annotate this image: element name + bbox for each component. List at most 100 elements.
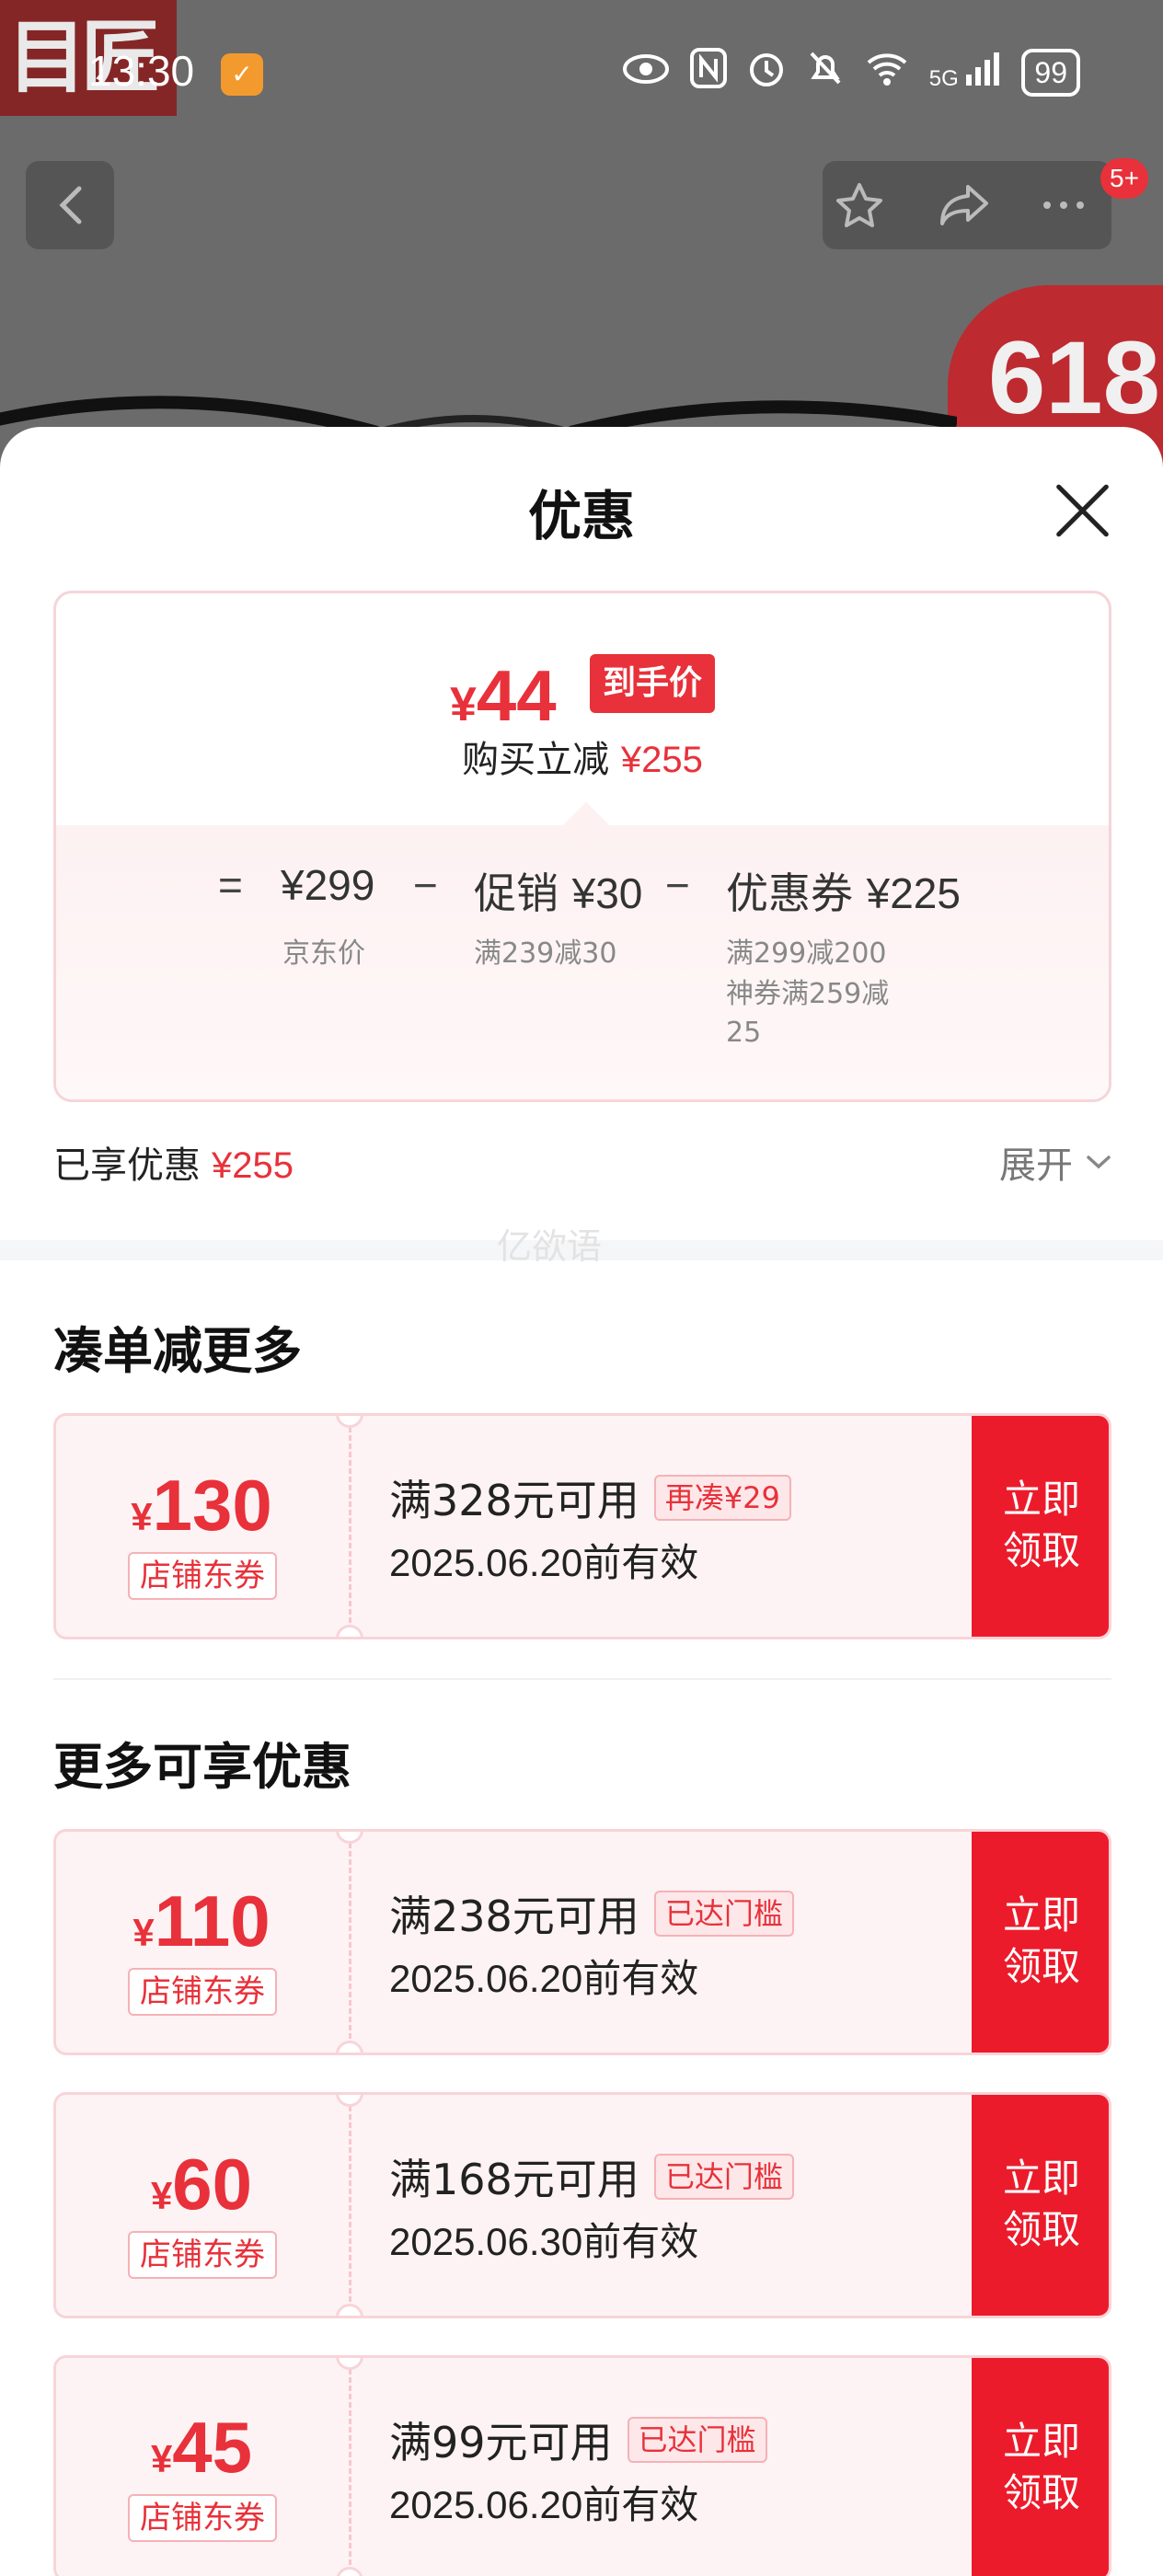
coupon-notch (336, 2041, 363, 2053)
claim-label-line1: 立即 (1002, 1477, 1080, 1522)
section-separator (53, 1678, 1111, 1680)
back-button[interactable] (26, 161, 114, 249)
coupon-amount: ¥130 (56, 1464, 347, 1547)
wifi-icon (865, 50, 909, 95)
coupon-condition-text: 满328元可用 (389, 1476, 639, 1525)
enjoyed-amount: ¥255 (212, 1145, 294, 1186)
chevron-left-icon (59, 186, 82, 224)
share-icon[interactable] (937, 179, 992, 231)
more-icon[interactable] (1036, 179, 1091, 231)
coupon-amount-value: 60 (172, 2144, 253, 2225)
jd-price-value: ¥299 (281, 861, 375, 909)
section-title-more-discounts: 更多可享优惠 (53, 1738, 351, 1796)
enjoyed-discount: 已享优惠 ¥255 (53, 1135, 294, 1189)
coupon-condition-text: 满168元可用 (389, 2155, 639, 2204)
final-price-value: 44 (476, 655, 557, 736)
coupon-condition: 满238元可用 已达门槛 (389, 1883, 794, 1944)
claim-label-line2: 领取 (1002, 2470, 1080, 2515)
coupon-validity: 2025.06.20前有效 (389, 2483, 699, 2526)
coupon-amount-value: 45 (172, 2407, 253, 2488)
coupon-notch (336, 1832, 363, 1844)
coupon-kind-badge: 店铺东券 (128, 1552, 277, 1600)
coupon-validity: 2025.06.20前有效 (389, 1957, 699, 2000)
claim-coupon-button[interactable]: 立即 领取 (972, 1832, 1109, 2053)
coupon-status-tag: 已达门槛 (653, 2154, 794, 2200)
claim-coupon-button[interactable]: 立即 领取 (972, 1416, 1109, 1637)
status-time: 13:30 (88, 47, 195, 95)
coupon-notch (336, 1416, 363, 1428)
coupon-validity: 2025.06.30前有效 (389, 2220, 699, 2263)
final-price-currency: ¥ (450, 678, 477, 731)
coupon-condition: 满168元可用 已达门槛 (389, 2146, 794, 2207)
coupon-perforation (349, 2106, 351, 2310)
final-price: ¥44 (450, 654, 557, 738)
coupon-card: ¥110 店铺东券 满238元可用 已达门槛 2025.06.20前有效 立即 领取 (53, 1829, 1111, 2055)
coupon-condition: 满99元可用 已达门槛 (389, 2409, 767, 2470)
coupon-notch (336, 2095, 363, 2107)
coupon-label: 优惠券 (726, 868, 853, 918)
app-notification-icon: ✓ (221, 53, 263, 96)
signal-5g-icon: 5G (929, 52, 1002, 92)
expand-label: 展开 (999, 1144, 1073, 1187)
promo-label: 促销 (474, 868, 558, 918)
coupon-card: ¥45 店铺东券 满99元可用 已达门槛 2025.06.20前有效 立即领取 (53, 2355, 1111, 2576)
claim-coupon-button[interactable]: 立即 领取 (972, 2358, 1109, 2576)
coupon-discount: 优惠券 ¥225 (726, 860, 961, 921)
coupon-notch (336, 1625, 363, 1637)
claim-label-line2: 领取 (1002, 2207, 1080, 2252)
coupon-price: ¥225 (866, 869, 961, 917)
coupon-notch (336, 2304, 363, 2316)
enjoyed-label: 已享优惠 (53, 1144, 201, 1187)
instant-save-line: 购买立减 ¥255 (56, 730, 1109, 783)
promo-price: ¥30 (571, 869, 643, 917)
favorite-star-icon[interactable] (832, 179, 887, 231)
chevron-down-icon (1087, 1156, 1111, 1169)
status-icons: 5G 99 (622, 48, 1080, 97)
claim-label-line1: 立即 (1002, 1892, 1080, 1938)
watermark: 亿欲语 (497, 1226, 603, 1267)
claim-label-line1: 立即 (1002, 2419, 1080, 2464)
close-icon[interactable] (1049, 478, 1113, 543)
coupon-notch (336, 2567, 363, 2576)
claim-coupon-button[interactable]: 立即 领取 (972, 2095, 1109, 2316)
alarm-icon (747, 48, 786, 97)
status-bar: 13:30 ✓ 5G 99 (0, 37, 1163, 110)
coupon-kind-badge: 店铺东券 (128, 2494, 277, 2542)
sheet-title: 优惠 (527, 485, 635, 547)
promo-condition: 满239减30 (474, 937, 617, 970)
coupon-amount-value: 130 (152, 1465, 272, 1546)
claim-label-line1: 立即 (1002, 2156, 1080, 2201)
coupon-currency: ¥ (132, 1911, 155, 1954)
coupon-condition-2: 神券满259减 (726, 978, 890, 1010)
instant-save-label: 购买立减 (462, 739, 610, 781)
coupon-condition-text: 满99元可用 (389, 2418, 613, 2467)
battery-indicator: 99 (1021, 48, 1080, 97)
price-summary-card: ¥44 到手价 购买立减 ¥255 = ¥299 京东价 − 促销 ¥30 满2… (53, 591, 1111, 1102)
minus-sign: − (665, 861, 690, 909)
coupon-perforation (349, 1427, 351, 1631)
coupon-currency: ¥ (150, 2174, 173, 2217)
expand-button[interactable]: 展开 (999, 1135, 1111, 1189)
section-title-more-order: 凑单减更多 (53, 1322, 302, 1380)
nav-actions (823, 161, 1111, 249)
network-label: 5G (928, 66, 959, 91)
mute-icon (806, 48, 845, 97)
eye-icon (622, 52, 670, 93)
equals-sign: = (218, 861, 243, 909)
minus-sign: − (413, 861, 438, 909)
coupon-status-tag: 已达门槛 (653, 1891, 794, 1937)
coupon-currency: ¥ (150, 2437, 173, 2480)
jd-price: ¥299 (281, 860, 374, 910)
claim-label-line2: 领取 (1002, 1944, 1080, 1989)
final-price-tag: 到手价 (590, 654, 716, 713)
coupon-status-tag: 再凑¥29 (653, 1475, 791, 1521)
coupon-amount: ¥110 (56, 1880, 347, 1963)
coupon-perforation (349, 2369, 351, 2573)
coupon-card: ¥60 店铺东券 满168元可用 已达门槛 2025.06.30前有效 立即 领取 (53, 2092, 1111, 2318)
product-page-background: 目匠 13:30 ✓ 5G 99 5+ 618 (0, 0, 1163, 478)
coupon-condition: 满328元可用 再凑¥29 (389, 1467, 791, 1528)
coupon-amount-value: 110 (154, 1880, 271, 1961)
price-breakdown: = ¥299 京东价 − 促销 ¥30 满239减30 − 优惠券 ¥225 满… (56, 860, 1109, 1090)
promo-discount: 促销 ¥30 (474, 860, 642, 921)
coupon-validity: 2025.06.20前有效 (389, 1541, 699, 1584)
